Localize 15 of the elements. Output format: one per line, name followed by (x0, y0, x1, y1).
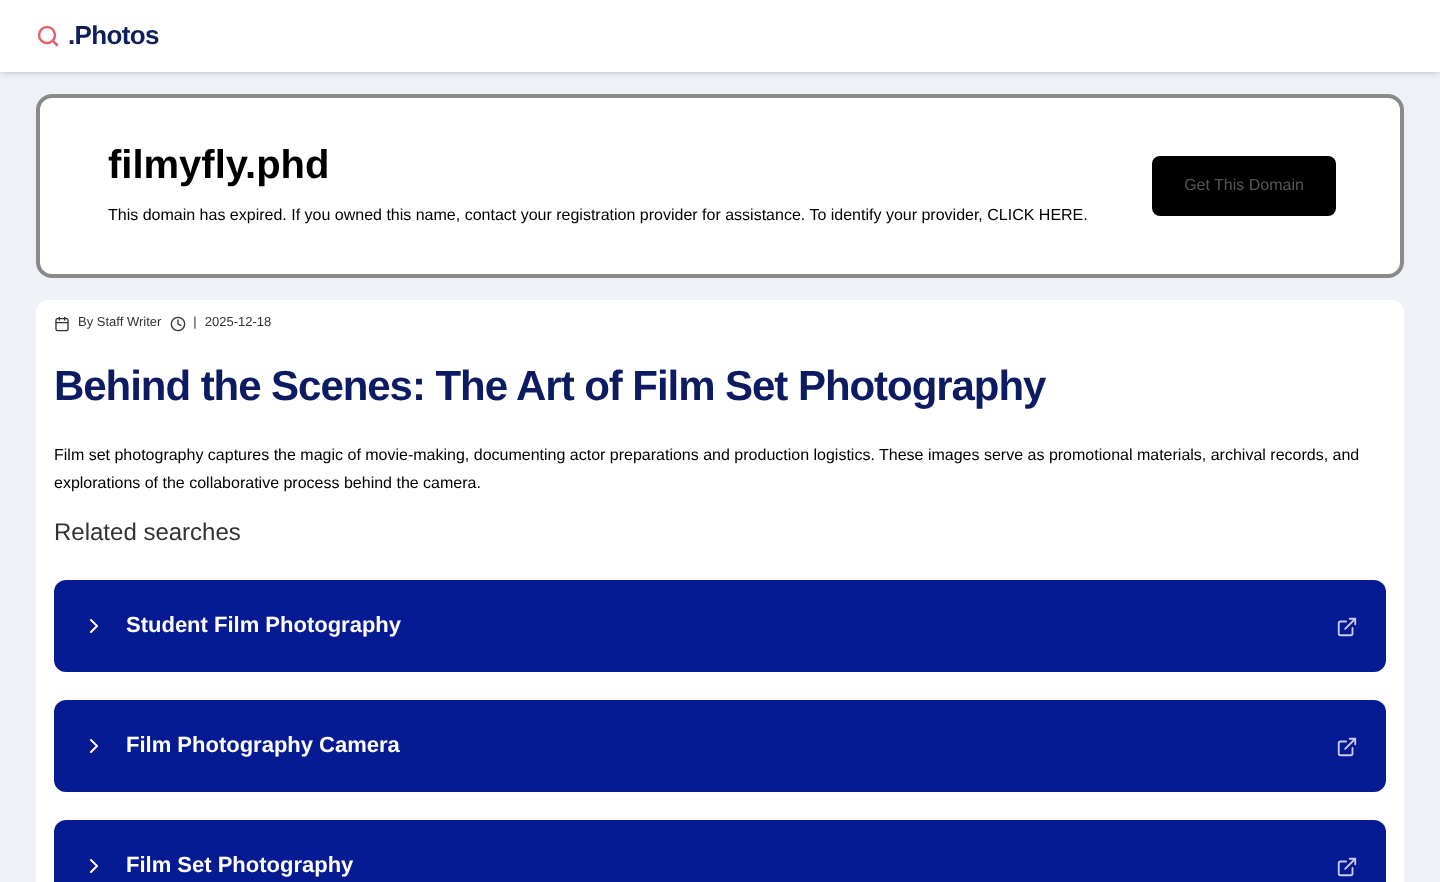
domain-name: filmyfly.phd (108, 145, 332, 185)
clock-icon (169, 315, 186, 332)
article-title: Behind the Scenes: The Art of Film Set Photography (54, 361, 1048, 414)
external-link-icon (1336, 615, 1358, 637)
related-heading: Related searches (54, 516, 243, 550)
site-logo[interactable]: .Photos (68, 16, 159, 56)
external-link-icon (1336, 735, 1358, 757)
calendar-icon (54, 315, 70, 332)
related-search-link[interactable]: Film Photography Camera (54, 700, 1386, 792)
external-link-icon (1336, 855, 1358, 877)
article-body: Film set photography captures the magic of movie-making, documenting actor preparations and production logistics. These images serve as promotional materials, archival records, and explorations of the collaborative process behind the camera. (54, 444, 1362, 496)
related-search-link[interactable]: Student Film Photography (54, 580, 1386, 672)
search-icon[interactable] (36, 24, 60, 48)
expired-message: This domain has expired. If you owned this name, contact your registration provider for assistance. To identify your provider, CLICK HERE. (108, 203, 1090, 227)
related-search-link[interactable]: Film Set Photography (54, 820, 1386, 882)
